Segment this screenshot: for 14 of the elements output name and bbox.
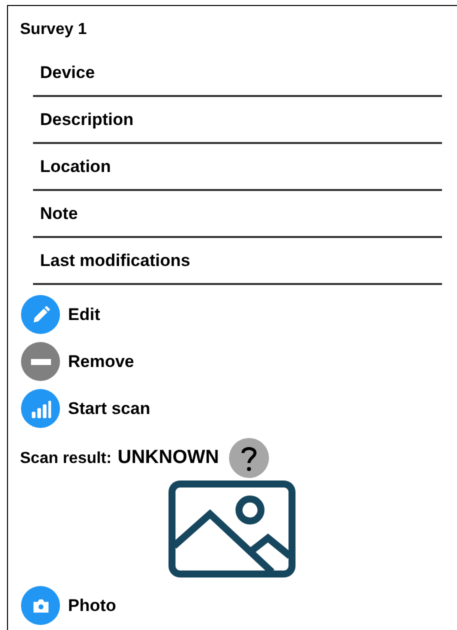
field-row[interactable]: Device: [33, 50, 442, 97]
minus-icon: [30, 358, 50, 364]
field-row[interactable]: Location: [33, 144, 442, 191]
action-button[interactable]: Edit: [21, 295, 457, 334]
image-placeholder-icon: [168, 480, 296, 578]
action-button[interactable]: Photo: [21, 586, 116, 625]
scan-result-value: UNKNOWN: [118, 446, 219, 470]
field-row[interactable]: Last modifications: [33, 238, 442, 285]
field-row[interactable]: Note: [33, 191, 442, 238]
field-row[interactable]: Description: [33, 97, 442, 144]
action-button[interactable]: Start scan: [21, 389, 457, 428]
question-mark-icon: [228, 438, 269, 478]
scan-result-label: Scan result:: [20, 448, 112, 469]
survey-title: Survey 1: [20, 20, 88, 40]
